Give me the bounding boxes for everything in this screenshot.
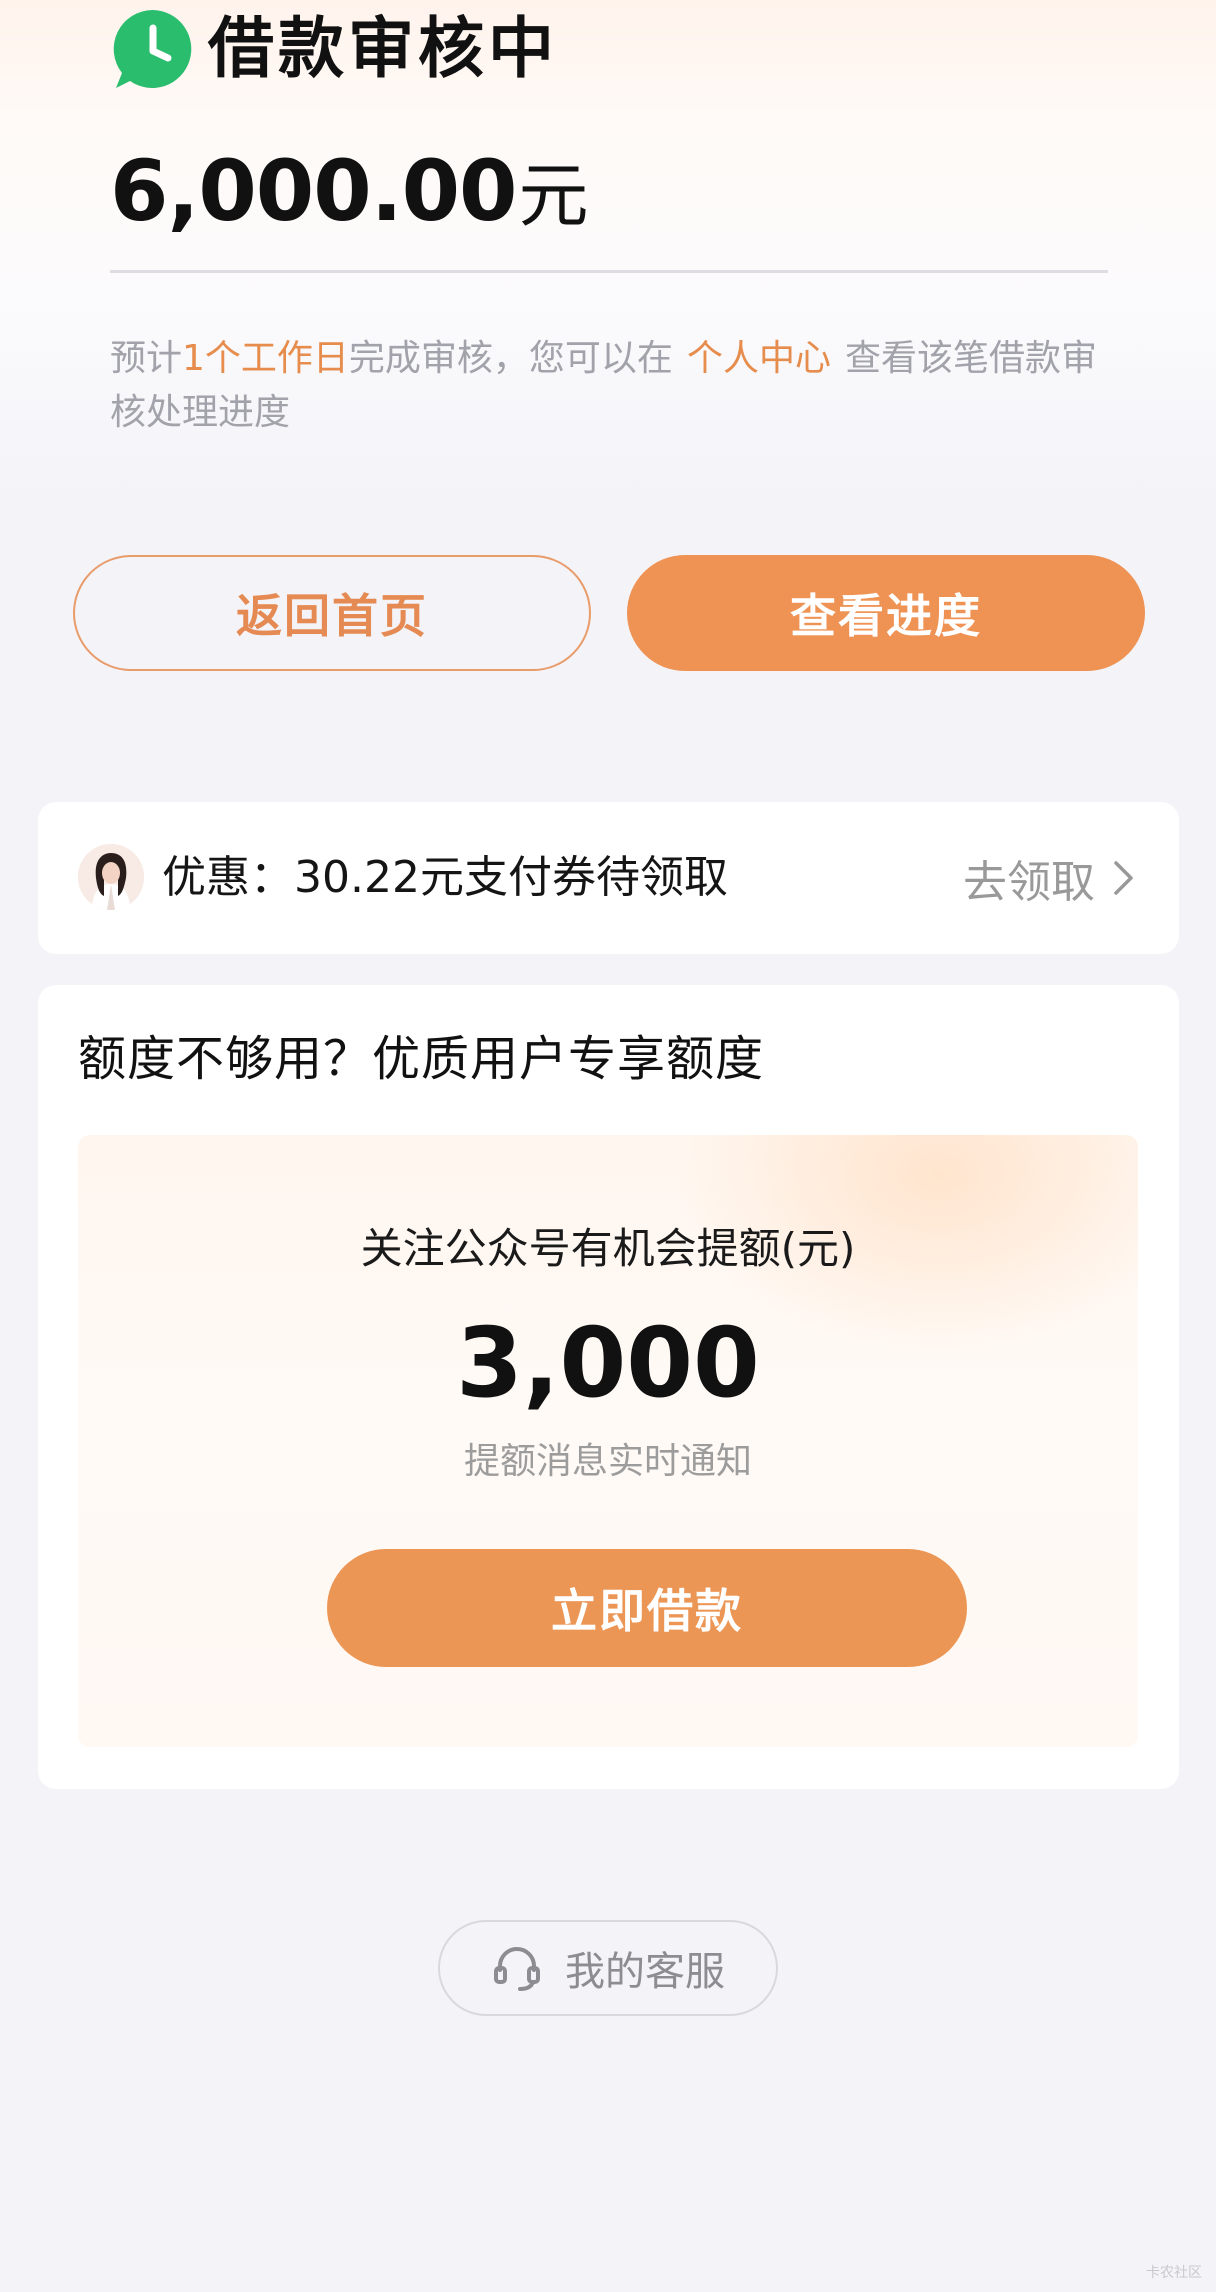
review-notice: 预计1个工作日完成审核，您可以在 个人中心 查看该笔借款审核处理进度 — [110, 332, 1110, 440]
notice-duration: 1个工作日 — [182, 338, 349, 379]
quota-promo-panel: 关注公众号有机会提额(元) 3,000 提额消息实时通知 立即借款 — [78, 1135, 1138, 1747]
loan-amount: 6,000.00 元 — [110, 140, 589, 250]
avatar — [78, 844, 144, 910]
personal-center-link[interactable]: 个人中心 — [687, 338, 831, 379]
status-title: 借款审核中 — [208, 10, 558, 87]
loan-amount-value: 6,000.00 — [110, 142, 518, 240]
borrow-now-button[interactable]: 立即借款 — [327, 1549, 967, 1667]
coupon-card[interactable]: 优惠：30.22元支付券待领取 去领取 — [38, 802, 1179, 954]
clock-icon — [113, 9, 192, 89]
divider — [110, 270, 1108, 273]
notice-text: 预计 — [110, 338, 183, 379]
view-progress-button[interactable]: 查看进度 — [627, 555, 1145, 671]
back-home-button[interactable]: 返回首页 — [73, 555, 591, 671]
quota-card: 额度不够用？优质用户专享额度 关注公众号有机会提额(元) 3,000 提额消息实… — [38, 985, 1179, 1789]
claim-coupon-label: 去领取 — [963, 857, 1095, 908]
loan-amount-unit: 元 — [518, 155, 589, 237]
headset-icon — [494, 1947, 540, 1991]
status-header: 借款审核中 — [110, 6, 558, 92]
customer-service-label: 我的客服 — [565, 1949, 725, 1995]
watermark: 卡农社区 — [1146, 2265, 1202, 2281]
coupon-text: 优惠：30.22元支付券待领取 — [162, 852, 728, 903]
chevron-right-icon — [1114, 861, 1133, 895]
notice-text: 完成审核，您可以在 — [348, 338, 673, 379]
customer-service-button[interactable]: 我的客服 — [438, 1920, 778, 2016]
promo-amount: 3,000 — [456, 1307, 760, 1419]
promo-heading: 关注公众号有机会提额(元) — [360, 1224, 856, 1273]
claim-coupon-link[interactable]: 去领取 — [963, 846, 1137, 910]
quota-card-title: 额度不够用？优质用户专享额度 — [78, 1031, 765, 1087]
promo-subtitle: 提额消息实时通知 — [463, 1441, 752, 1482]
